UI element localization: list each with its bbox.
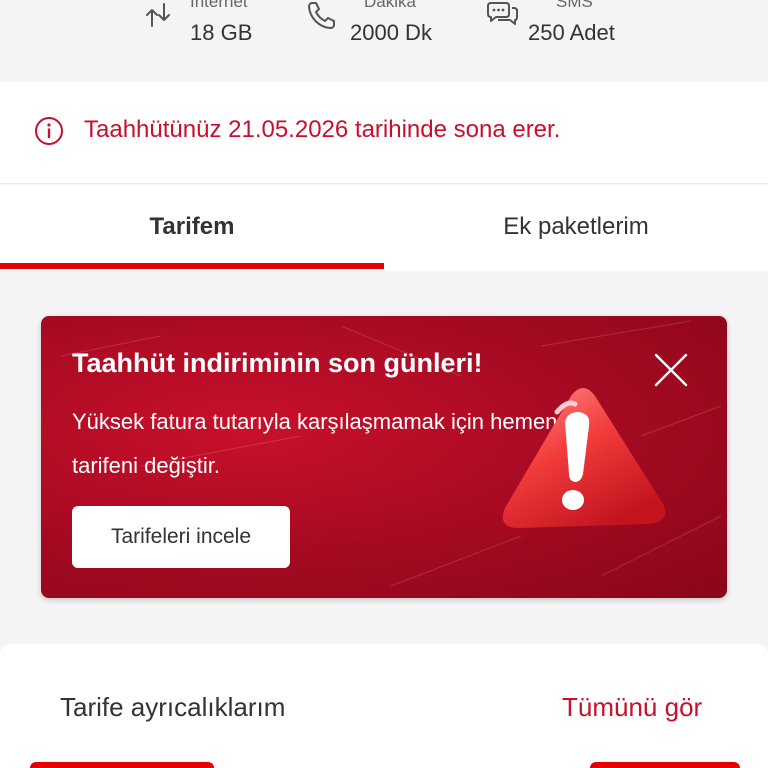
- stat-value: 250 Adet: [528, 20, 615, 45]
- chat-bubble-icon: [487, 2, 518, 25]
- stat-label: İnternet: [190, 0, 248, 11]
- promo-title: Taahhüt indiriminin son günleri!: [72, 348, 483, 378]
- tariff-privileges-section: Tarife ayrıcalıklarım Tümünü gör: [0, 644, 768, 768]
- privileges-title: Tarife ayrıcalıklarım: [60, 692, 286, 722]
- info-icon: [35, 117, 63, 145]
- notice-text: Taahhütünüz 21.05.2026 tarihinde sona er…: [84, 116, 561, 143]
- commitment-notice: Taahhütünüz 21.05.2026 tarihinde sona er…: [0, 82, 768, 184]
- tab-tarifem[interactable]: Tarifem: [0, 185, 384, 271]
- usage-summary: İnternet 18 GB Dakika 2000 Dk SMS 250 Ad…: [0, 0, 768, 82]
- tab-bar: Tarifem Ek paketlerim: [0, 185, 768, 271]
- tab-ek-paketlerim[interactable]: Ek paketlerim: [384, 185, 768, 271]
- phone-icon: [308, 2, 335, 29]
- privilege-card-edge[interactable]: [30, 762, 214, 768]
- active-tab-indicator: [0, 263, 384, 269]
- data-transfer-icon: [146, 3, 170, 27]
- see-all-link[interactable]: Tümünü gör: [562, 692, 702, 723]
- stat-value: 18 GB: [190, 20, 253, 45]
- promo-banner: Taahhüt indiriminin son günleri! Yüksek …: [41, 316, 727, 598]
- warning-triangle-icon: [502, 388, 666, 528]
- stat-label: Dakika: [364, 0, 416, 11]
- tarifeleri-incele-button[interactable]: Tarifeleri incele: [72, 506, 290, 568]
- stat-label: SMS: [556, 0, 593, 11]
- privilege-card-edge[interactable]: [590, 762, 740, 768]
- stat-value: 2000 Dk: [350, 20, 432, 45]
